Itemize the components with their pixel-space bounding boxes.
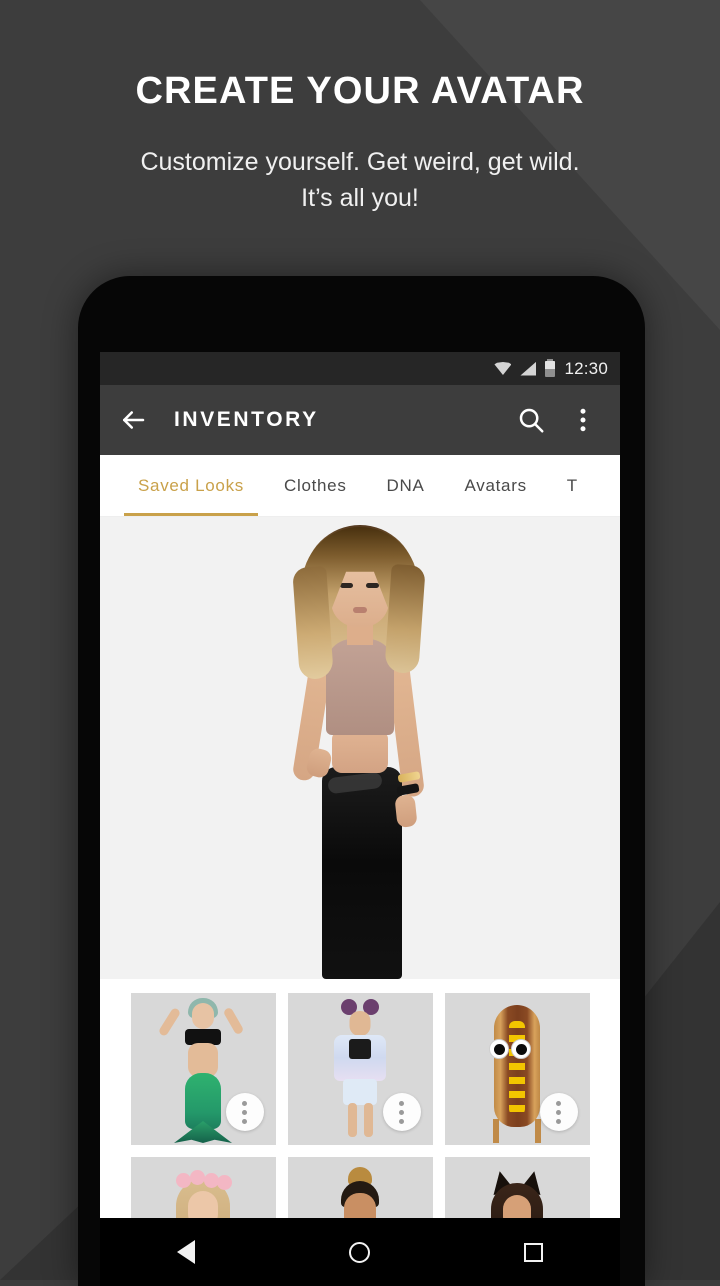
promo-subtitle-line-1: Customize yourself. Get weird, get wild. xyxy=(140,148,580,176)
hotdog-leg-left xyxy=(492,1119,499,1143)
avatar-lips xyxy=(353,607,367,613)
mermaid-tail xyxy=(185,1073,221,1129)
app-bar: INVENTORY xyxy=(100,385,620,455)
hotdog-pupil-right xyxy=(515,1044,527,1055)
tab-next-partial[interactable]: T xyxy=(547,455,598,516)
mermaid-torso xyxy=(188,1043,218,1077)
tab-avatars[interactable]: Avatars xyxy=(445,455,547,516)
avatar-eye-right xyxy=(366,583,379,588)
list-item[interactable] xyxy=(130,993,276,1145)
mermaid-head xyxy=(192,1003,214,1029)
mermaid-arm-left xyxy=(157,1006,181,1038)
tab-saved-looks[interactable]: Saved Looks xyxy=(118,455,264,516)
flower-crown-accessory xyxy=(174,1170,232,1193)
tab-saved-looks-label: Saved Looks xyxy=(138,475,244,495)
android-nav-bar xyxy=(100,1218,620,1286)
hotdog-mustard-squiggle xyxy=(509,1021,525,1115)
tab-dna-label: DNA xyxy=(386,475,425,495)
list-item[interactable] xyxy=(287,993,433,1145)
promo-text-block: CREATE YOUR AVATAR Customize yourself. G… xyxy=(0,0,720,216)
mermaid-fin xyxy=(174,1121,232,1143)
avatar-midriff xyxy=(332,731,388,773)
avatar-hand-right xyxy=(394,794,418,828)
overflow-menu-icon[interactable] xyxy=(568,405,598,435)
battery-icon xyxy=(545,358,556,377)
page-title: INVENTORY xyxy=(174,408,319,431)
avatar-skirt xyxy=(322,767,402,979)
hotdog-pupil-left xyxy=(493,1044,505,1055)
rave-skirt xyxy=(343,1079,377,1105)
wifi-icon xyxy=(494,362,512,375)
arrow-back-icon[interactable] xyxy=(118,405,148,435)
overflow-menu-icon[interactable] xyxy=(539,1093,578,1131)
list-item[interactable] xyxy=(444,993,590,1145)
promo-subtitle-line-2: It’s all you! xyxy=(301,183,419,212)
avatar-preview[interactable] xyxy=(100,517,620,979)
cellular-signal-icon xyxy=(520,361,537,376)
tab-dna[interactable]: DNA xyxy=(367,455,445,516)
search-icon[interactable] xyxy=(516,405,546,435)
mermaid-arm-right xyxy=(222,1006,244,1036)
recents-icon[interactable] xyxy=(524,1242,543,1262)
inventory-tab-bar[interactable]: Saved Looks Clothes DNA Avatars T xyxy=(100,455,620,517)
home-icon[interactable] xyxy=(349,1241,370,1263)
tab-clothes-label: Clothes xyxy=(284,475,347,495)
tab-next-partial-label: T xyxy=(566,475,578,495)
promo-subtitle: Customize yourself. Get weird, get wild.… xyxy=(0,145,720,216)
phone-screen: 12:30 INVENTORY Saved Looks Clothes DNA … xyxy=(100,352,620,1286)
phone-mockup-frame: 12:30 INVENTORY Saved Looks Clothes DNA … xyxy=(78,276,645,1286)
rave-head xyxy=(349,1011,371,1036)
hotdog-leg-right xyxy=(534,1119,541,1143)
avatar-crop-top xyxy=(326,639,394,735)
tab-clothes[interactable]: Clothes xyxy=(264,455,367,516)
status-bar: 12:30 xyxy=(100,352,620,385)
avatar-hair-side-right xyxy=(384,563,426,675)
rave-crop-top xyxy=(349,1039,371,1059)
overflow-menu-icon[interactable] xyxy=(225,1093,264,1131)
status-bar-clock: 12:30 xyxy=(564,358,608,378)
overflow-menu-icon[interactable] xyxy=(382,1093,421,1131)
back-icon[interactable] xyxy=(177,1240,195,1264)
promo-title: CREATE YOUR AVATAR xyxy=(135,70,585,112)
rave-leg-left xyxy=(347,1103,357,1137)
app-bar-actions xyxy=(516,405,598,435)
avatar-render xyxy=(230,517,490,979)
avatar-eye-left xyxy=(340,583,353,588)
rave-leg-right xyxy=(363,1103,373,1137)
tab-avatars-label: Avatars xyxy=(464,475,527,495)
